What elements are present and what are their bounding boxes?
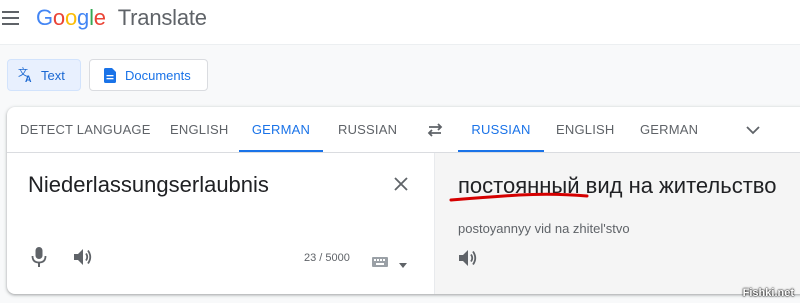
- logo-letter: o: [52, 5, 65, 30]
- source-panel: Niederlassungserlaubnis 23 / 5000: [7, 153, 434, 294]
- source-tab-german[interactable]: GERMAN: [239, 107, 323, 152]
- text-mode-label: Text: [41, 67, 65, 83]
- target-tab-english[interactable]: ENGLISH: [556, 107, 614, 152]
- logo-letter: o: [64, 5, 78, 30]
- microphone-icon[interactable]: [29, 246, 49, 268]
- chevron-down-icon[interactable]: [742, 119, 764, 141]
- logo-letters: Google: [36, 5, 106, 30]
- transliteration-text: postoyannyy vid na zhitel'stvo: [458, 221, 630, 236]
- source-tab-russian[interactable]: RUSSIAN: [338, 107, 397, 152]
- speaker-icon[interactable]: [457, 248, 479, 268]
- logo-word: Google: [36, 5, 112, 30]
- documents-mode-button[interactable]: Documents: [89, 59, 208, 91]
- app-logo[interactable]: Google Translate: [36, 5, 207, 31]
- source-text-input[interactable]: Niederlassungserlaubnis: [28, 172, 269, 198]
- translation-card: DETECT LANGUAGE ENGLISH GERMAN RUSSIAN R…: [7, 107, 800, 294]
- document-icon: [102, 67, 118, 83]
- swap-icon[interactable]: [424, 119, 446, 141]
- language-bar: DETECT LANGUAGE ENGLISH GERMAN RUSSIAN R…: [7, 107, 800, 153]
- app-header: Google Translate: [0, 0, 800, 45]
- logo-letter: G: [36, 5, 53, 30]
- character-count: 23 / 5000: [304, 252, 350, 264]
- logo-letter: e: [93, 5, 106, 30]
- target-panel: постоянный вид на жительство postoyannyy…: [434, 153, 800, 294]
- source-tab-english[interactable]: ENGLISH: [170, 107, 228, 152]
- product-name: Translate: [117, 5, 207, 30]
- target-tab-german[interactable]: GERMAN: [640, 107, 698, 152]
- source-tab-detect-language[interactable]: DETECT LANGUAGE: [20, 107, 151, 152]
- svg-text:A: A: [25, 74, 32, 83]
- red-underline-annotation: [449, 192, 589, 202]
- keyboard-icon[interactable]: [372, 254, 388, 267]
- target-tab-russian[interactable]: RUSSIAN: [458, 107, 544, 152]
- hamburger-icon[interactable]: [0, 10, 22, 26]
- caret-down-icon[interactable]: [399, 256, 407, 268]
- translate-icon: 文 A: [18, 67, 34, 83]
- logo-letter: g: [77, 5, 90, 30]
- documents-mode-label: Documents: [125, 67, 191, 83]
- text-mode-button[interactable]: 文 A Text: [7, 59, 81, 91]
- watermark: Fishki.net: [742, 287, 794, 299]
- speaker-icon[interactable]: [72, 247, 94, 267]
- close-icon[interactable]: [392, 175, 410, 193]
